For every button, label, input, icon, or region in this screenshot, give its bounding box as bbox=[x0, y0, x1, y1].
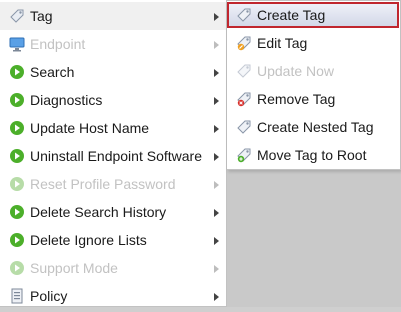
tag-submenu: Create Tag Edit Tag Update Now Remove Ta… bbox=[227, 0, 401, 170]
tag-nested-icon bbox=[237, 120, 251, 134]
submenu-arrow-icon bbox=[214, 69, 219, 77]
menu-item-endpoint[interactable]: Endpoint bbox=[0, 30, 226, 58]
tag-edit-icon bbox=[237, 36, 251, 51]
menu-item-label: Reset Profile Password bbox=[30, 176, 176, 192]
menu-item-label: Support Mode bbox=[30, 260, 118, 276]
menu-item-support-mode[interactable]: Support Mode bbox=[0, 254, 226, 282]
menu-item-diagnostics[interactable]: Diagnostics bbox=[0, 86, 226, 114]
green-arrow-icon bbox=[10, 261, 24, 275]
green-arrow-icon bbox=[10, 205, 24, 219]
submenu-item-create-tag[interactable]: Create Tag bbox=[227, 1, 399, 29]
submenu-item-remove-tag[interactable]: Remove Tag bbox=[227, 85, 399, 113]
submenu-item-label: Create Tag bbox=[257, 7, 326, 23]
policy-document-icon bbox=[11, 288, 23, 304]
green-arrow-icon bbox=[10, 121, 24, 135]
menu-item-tag[interactable]: Tag bbox=[0, 2, 226, 30]
monitor-icon bbox=[9, 37, 25, 52]
green-arrow-icon bbox=[10, 177, 24, 191]
menu-item-search[interactable]: Search bbox=[0, 58, 226, 86]
menu-item-label: Search bbox=[30, 64, 75, 80]
menu-item-delete-search-history[interactable]: Delete Search History bbox=[0, 198, 226, 226]
tag-icon bbox=[237, 8, 251, 22]
submenu-arrow-icon bbox=[214, 153, 219, 161]
menu-item-policy[interactable]: Policy bbox=[0, 282, 226, 310]
green-arrow-icon bbox=[10, 65, 24, 79]
submenu-arrow-icon bbox=[214, 125, 219, 133]
menu-item-label: Delete Search History bbox=[30, 204, 167, 220]
submenu-item-move-tag-to-root[interactable]: Move Tag to Root bbox=[227, 141, 399, 169]
submenu-arrow-icon bbox=[214, 209, 219, 217]
submenu-item-create-nested-tag[interactable]: Create Nested Tag bbox=[227, 113, 399, 141]
submenu-item-edit-tag[interactable]: Edit Tag bbox=[227, 29, 399, 57]
menu-item-label: Update Host Name bbox=[30, 120, 150, 136]
tag-remove-icon bbox=[237, 92, 251, 107]
menu-item-uninstall-endpoint-software[interactable]: Uninstall Endpoint Software bbox=[0, 142, 226, 170]
menu-item-label: Diagnostics bbox=[30, 92, 103, 108]
submenu-arrow-icon bbox=[214, 265, 219, 273]
green-arrow-icon bbox=[10, 149, 24, 163]
submenu-arrow-icon bbox=[214, 41, 219, 49]
tag-move-icon bbox=[237, 148, 251, 163]
submenu-arrow-icon bbox=[214, 97, 219, 105]
menu-item-label: Uninstall Endpoint Software bbox=[30, 148, 202, 164]
menu-item-label: Delete Ignore Lists bbox=[30, 232, 147, 248]
submenu-item-label: Edit Tag bbox=[257, 35, 308, 51]
submenu-arrow-icon bbox=[214, 13, 219, 21]
menu-item-label: Tag bbox=[30, 8, 53, 24]
submenu-arrow-icon bbox=[214, 237, 219, 245]
submenu-item-label: Move Tag to Root bbox=[257, 147, 367, 163]
menu-item-update-host-name[interactable]: Update Host Name bbox=[0, 114, 226, 142]
submenu-arrow-icon bbox=[214, 293, 219, 301]
tag-icon bbox=[10, 9, 24, 23]
submenu-item-label: Update Now bbox=[257, 63, 335, 79]
menu-item-reset-profile-password[interactable]: Reset Profile Password bbox=[0, 170, 226, 198]
context-menu: Tag Endpoint Search Diagnostics Update H… bbox=[0, 0, 227, 307]
green-arrow-icon bbox=[10, 233, 24, 247]
menu-item-label: Endpoint bbox=[30, 36, 86, 52]
submenu-item-label: Create Nested Tag bbox=[257, 119, 374, 135]
submenu-item-update-now[interactable]: Update Now bbox=[227, 57, 399, 85]
submenu-item-label: Remove Tag bbox=[257, 91, 336, 107]
menu-item-delete-ignore-lists[interactable]: Delete Ignore Lists bbox=[0, 226, 226, 254]
submenu-arrow-icon bbox=[214, 181, 219, 189]
green-arrow-icon bbox=[10, 93, 24, 107]
tag-refresh-icon bbox=[237, 64, 251, 78]
menu-item-label: Policy bbox=[30, 288, 68, 304]
